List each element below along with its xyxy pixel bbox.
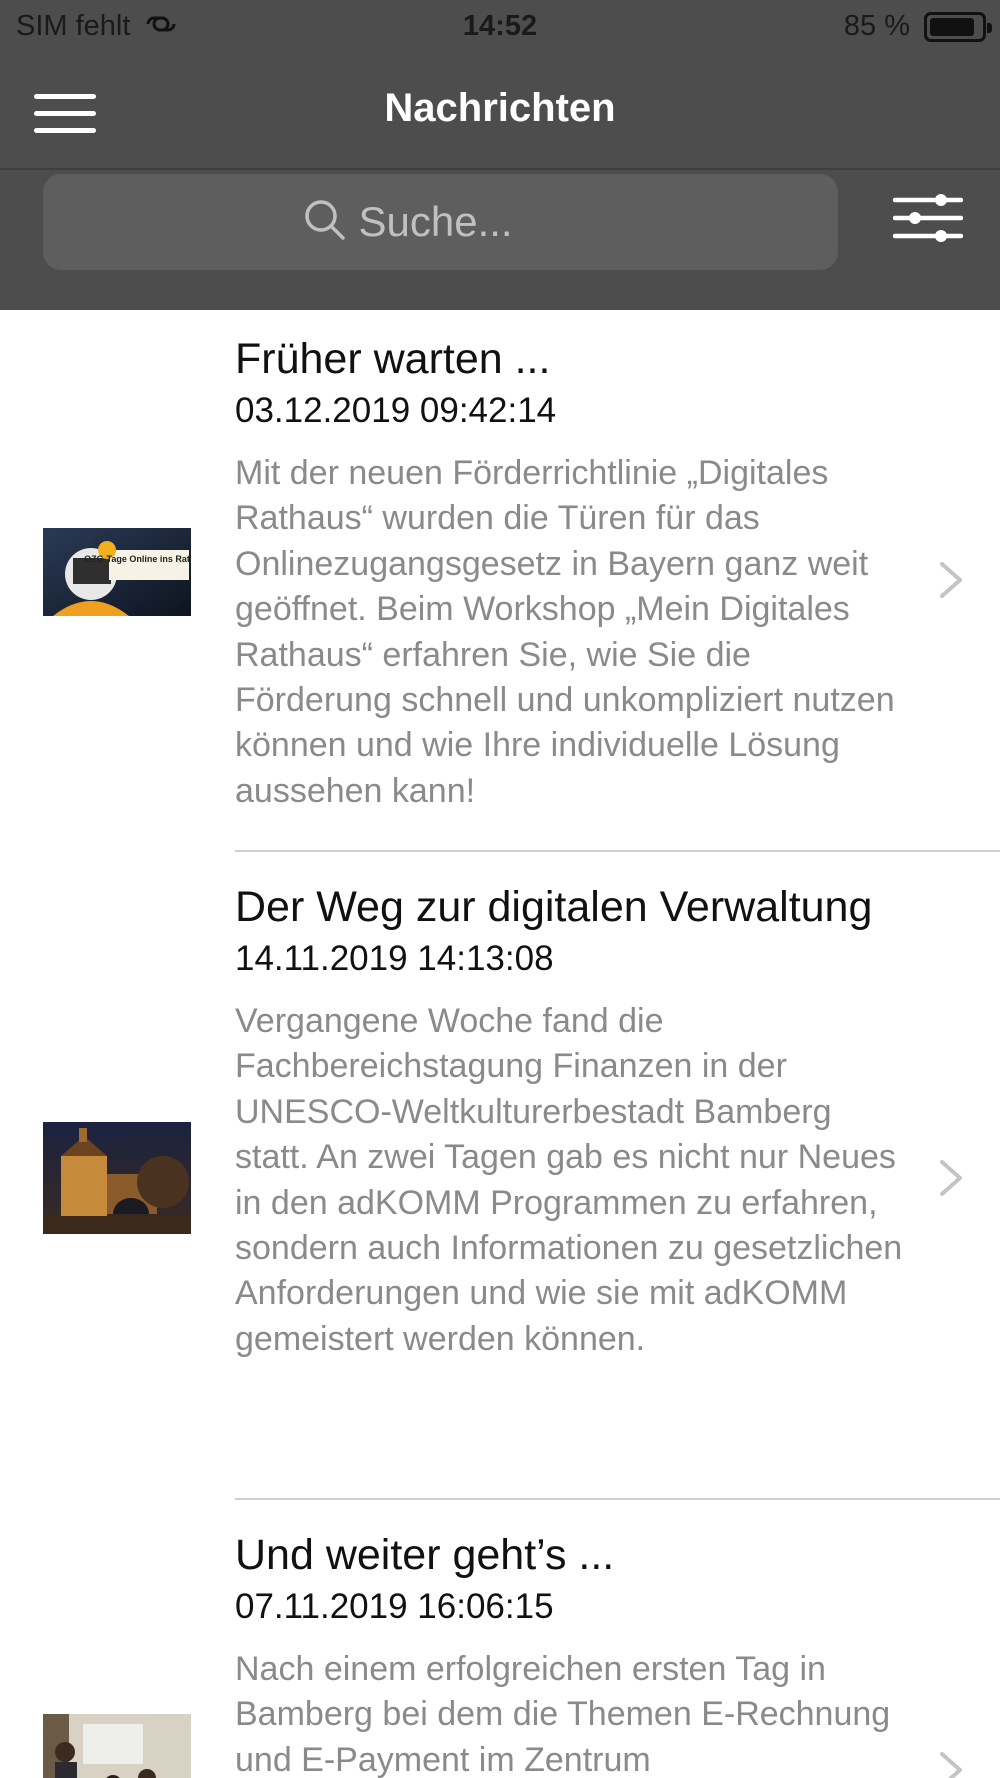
chevron-right-icon xyxy=(938,560,964,600)
chevron-right-icon xyxy=(938,1750,964,1778)
search-area xyxy=(0,170,1000,310)
filter-button[interactable] xyxy=(892,190,964,250)
news-content: Und weiter geht’s ... 07.11.2019 16:06:1… xyxy=(235,1500,910,1778)
news-description: Nach einem erfolgreichen ersten Tag in B… xyxy=(235,1650,891,1778)
news-list: OZG-Tage Online ins Rathaus! Früher wart… xyxy=(0,310,1000,1778)
news-date: 03.12.2019 09:42:14 xyxy=(235,391,557,430)
thumbnail-caption: OZG-Tage Online ins Rathaus! xyxy=(84,554,191,564)
battery-fill xyxy=(930,17,974,36)
search-field[interactable] xyxy=(43,174,838,270)
news-item[interactable]: Der Weg zur digitalen Verwaltung 14.11.2… xyxy=(0,852,1000,1500)
news-content: Der Weg zur digitalen Verwaltung 14.11.2… xyxy=(235,852,910,1362)
news-title: Und weiter geht’s ... xyxy=(235,1531,615,1579)
battery-percent: 85 % xyxy=(843,10,910,42)
news-date: 14.11.2019 14:13:08 xyxy=(235,939,554,978)
status-right: 85 % xyxy=(843,10,992,43)
search-icon xyxy=(303,198,347,247)
news-thumbnail: OZG-Tage Online ins Rathaus! xyxy=(43,528,191,616)
battery-icon xyxy=(924,11,992,42)
news-item[interactable]: OZG-Tage Online ins Rathaus! Früher wart… xyxy=(0,310,1000,852)
navigation-bar: Nachrichten xyxy=(0,56,1000,170)
sliders-icon xyxy=(892,194,964,242)
chevron-right-icon xyxy=(938,1158,964,1198)
news-date: 07.11.2019 16:06:15 xyxy=(235,1587,554,1626)
news-title: Der Weg zur digitalen Verwaltung xyxy=(235,883,873,931)
news-content: Früher warten ... 03.12.2019 09:42:14 Mi… xyxy=(235,310,910,814)
page-title: Nachrichten xyxy=(384,86,616,130)
news-item[interactable]: Und weiter geht’s ... 07.11.2019 16:06:1… xyxy=(0,1500,1000,1778)
news-title: Früher warten ... xyxy=(235,335,551,383)
battery-nub xyxy=(987,22,992,33)
news-thumbnail xyxy=(43,1122,191,1234)
status-bar: SIM fehlt 14:52 85 % xyxy=(0,0,1000,56)
news-description: Vergangene Woche fand die Fachbereichsta… xyxy=(235,1002,903,1358)
search-input[interactable] xyxy=(358,198,579,246)
news-thumbnail xyxy=(43,1714,191,1778)
news-description: Mit der neuen Förderrichtlinie „Digitale… xyxy=(235,454,895,810)
